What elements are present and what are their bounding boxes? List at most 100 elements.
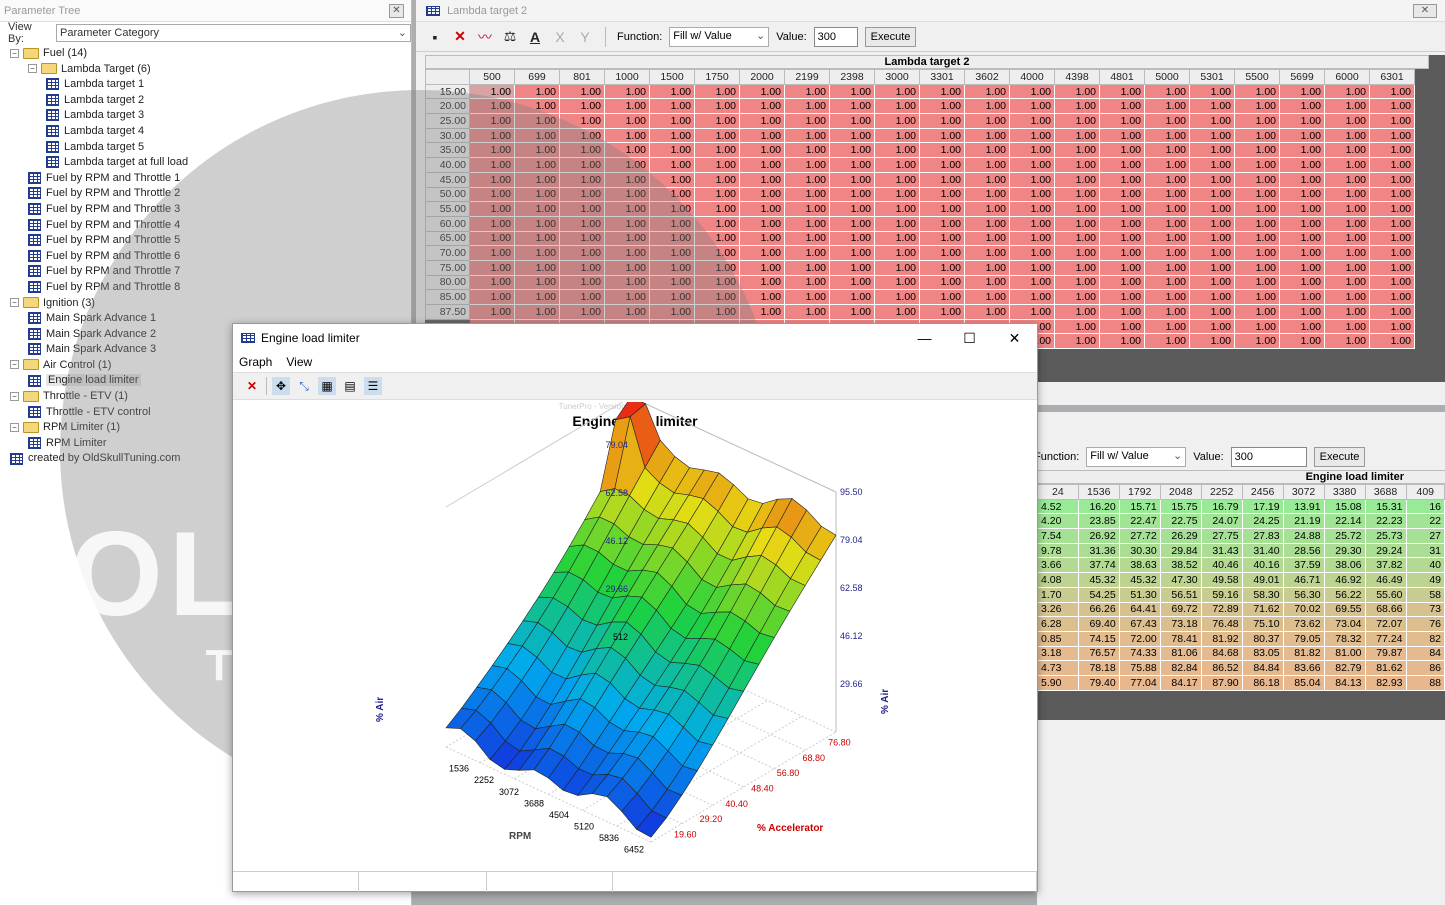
- table-cell[interactable]: 22.23: [1364, 513, 1407, 530]
- table-cell[interactable]: 1.00: [1144, 215, 1190, 232]
- value-input[interactable]: 300: [1230, 447, 1307, 467]
- table-cell[interactable]: 77.24: [1364, 630, 1407, 647]
- table-cell[interactable]: 86.18: [1241, 674, 1284, 691]
- table-cell[interactable]: 1.00: [604, 201, 650, 217]
- table-cell[interactable]: 1.00: [1189, 98, 1235, 115]
- table-cell[interactable]: 74.15: [1077, 630, 1120, 647]
- table-cell[interactable]: 1.00: [1009, 113, 1055, 129]
- table-cell[interactable]: 21.19: [1282, 513, 1325, 530]
- table-cell[interactable]: 76.57: [1077, 645, 1120, 662]
- table-cell[interactable]: 1.00: [649, 171, 695, 188]
- table-cell[interactable]: 26.92: [1077, 528, 1120, 544]
- table-cell[interactable]: 26.29: [1159, 528, 1202, 544]
- table-cell[interactable]: 1.00: [559, 289, 605, 305]
- table-cell[interactable]: 1.00: [514, 274, 560, 291]
- table-cell[interactable]: 1.00: [964, 274, 1010, 291]
- table-cell[interactable]: 1.00: [1099, 186, 1145, 203]
- table-cell[interactable]: 1.00: [514, 215, 560, 232]
- table-cell[interactable]: 73.04: [1323, 616, 1366, 632]
- table-cell[interactable]: 6.28: [1037, 616, 1079, 632]
- table-cell[interactable]: 1.00: [469, 274, 515, 291]
- row-header[interactable]: 87.50: [425, 304, 470, 320]
- table-cell[interactable]: 1.00: [1054, 201, 1100, 217]
- table-cell[interactable]: 1.00: [1189, 304, 1235, 320]
- table-cell[interactable]: 1.00: [1054, 259, 1100, 276]
- table-cell[interactable]: 72.07: [1364, 616, 1407, 632]
- table-cell[interactable]: 1.00: [739, 201, 785, 217]
- table-cell[interactable]: 72.00: [1118, 630, 1161, 647]
- table-cell[interactable]: 1.00: [694, 83, 740, 100]
- table-cell[interactable]: 1.00: [559, 186, 605, 203]
- table-cell[interactable]: 1.00: [1054, 142, 1100, 159]
- table-cell[interactable]: 1.00: [694, 186, 740, 203]
- table-cell[interactable]: 46.92: [1323, 572, 1366, 588]
- table-cell[interactable]: 1.00: [559, 157, 605, 173]
- table-cell[interactable]: 1.00: [1369, 127, 1415, 144]
- table-cell[interactable]: 81.82: [1282, 645, 1325, 662]
- table-cell[interactable]: 1.00: [1099, 245, 1145, 261]
- table-cell[interactable]: 1.00: [559, 171, 605, 188]
- table-cell[interactable]: 1.00: [1234, 113, 1280, 129]
- table-cell[interactable]: 1.00: [559, 113, 605, 129]
- table-cell[interactable]: 1.00: [1369, 142, 1415, 159]
- tree-folder[interactable]: − Lambda Target (6): [0, 62, 411, 78]
- table-cell[interactable]: 1.00: [514, 304, 560, 320]
- table-cell[interactable]: 46.71: [1282, 572, 1325, 588]
- table-cell[interactable]: 1.00: [1144, 245, 1190, 261]
- table-cell[interactable]: 1.00: [1324, 318, 1370, 335]
- table-cell[interactable]: 1.00: [1279, 186, 1325, 203]
- tree-item[interactable]: Lambda target 1: [0, 77, 411, 93]
- table-cell[interactable]: 1.00: [1234, 304, 1280, 320]
- table-cell[interactable]: 1.00: [1234, 333, 1280, 350]
- table-cell[interactable]: 1.00: [1099, 259, 1145, 276]
- table-cell[interactable]: 1.00: [1054, 274, 1100, 291]
- table-cell[interactable]: 82.79: [1323, 660, 1366, 676]
- table-cell[interactable]: 56.30: [1282, 586, 1325, 603]
- table-cell[interactable]: 81.92: [1200, 630, 1243, 647]
- table-cell[interactable]: 1.00: [1144, 289, 1190, 305]
- table-cell[interactable]: 56.22: [1323, 586, 1366, 603]
- column-header[interactable]: 2456: [1241, 484, 1284, 500]
- table-cell[interactable]: 1.00: [784, 274, 830, 291]
- column-header[interactable]: 3380: [1323, 484, 1366, 500]
- table-cell[interactable]: 1.00: [604, 245, 650, 261]
- row-header[interactable]: 50.00: [425, 186, 470, 203]
- table-cell[interactable]: 1.00: [1369, 245, 1415, 261]
- table-cell[interactable]: 85.04: [1282, 674, 1325, 691]
- minimize-icon[interactable]: —: [902, 324, 947, 352]
- table-cell[interactable]: 1.00: [604, 289, 650, 305]
- table-cell[interactable]: 81.00: [1323, 645, 1366, 662]
- table-cell[interactable]: 1.00: [559, 230, 605, 247]
- table-cell[interactable]: 1.00: [559, 215, 605, 232]
- table-cell[interactable]: 1.00: [1144, 83, 1190, 100]
- table-cell[interactable]: 1.00: [559, 98, 605, 115]
- table-cell[interactable]: 1.00: [1189, 171, 1235, 188]
- table-cell[interactable]: 1.00: [649, 83, 695, 100]
- table-cell[interactable]: 1.00: [1009, 98, 1055, 115]
- table-cell[interactable]: 1.00: [1189, 215, 1235, 232]
- table-cell[interactable]: 1.00: [694, 289, 740, 305]
- column-header[interactable]: 1750: [694, 69, 740, 85]
- row-header[interactable]: 60.00: [425, 215, 470, 232]
- table-cell[interactable]: 49: [1405, 572, 1445, 588]
- table-cell[interactable]: 1.00: [1324, 201, 1370, 217]
- table-cell[interactable]: 78.18: [1077, 660, 1120, 676]
- table-cell[interactable]: 1.00: [1144, 186, 1190, 203]
- table-cell[interactable]: 45.32: [1077, 572, 1120, 588]
- table-cell[interactable]: 1.00: [1324, 245, 1370, 261]
- table-cell[interactable]: 1.00: [919, 201, 965, 217]
- table-cell[interactable]: 4.73: [1037, 660, 1079, 676]
- table-cell[interactable]: 84: [1405, 645, 1445, 662]
- execute-button[interactable]: Execute: [1313, 447, 1366, 467]
- table-cell[interactable]: 1.00: [559, 142, 605, 159]
- table-cell[interactable]: 1.00: [469, 98, 515, 115]
- table-cell[interactable]: 15.71: [1118, 498, 1161, 515]
- table-cell[interactable]: 30.30: [1118, 542, 1161, 559]
- column-header[interactable]: 1792: [1118, 484, 1161, 500]
- table-cell[interactable]: 1.00: [1369, 83, 1415, 100]
- table-cell[interactable]: 1.00: [829, 245, 875, 261]
- table-cell[interactable]: 1.00: [1279, 171, 1325, 188]
- row-header[interactable]: 75.00: [425, 259, 470, 276]
- column-header[interactable]: 500: [469, 69, 515, 85]
- column-header[interactable]: 4801: [1099, 69, 1145, 85]
